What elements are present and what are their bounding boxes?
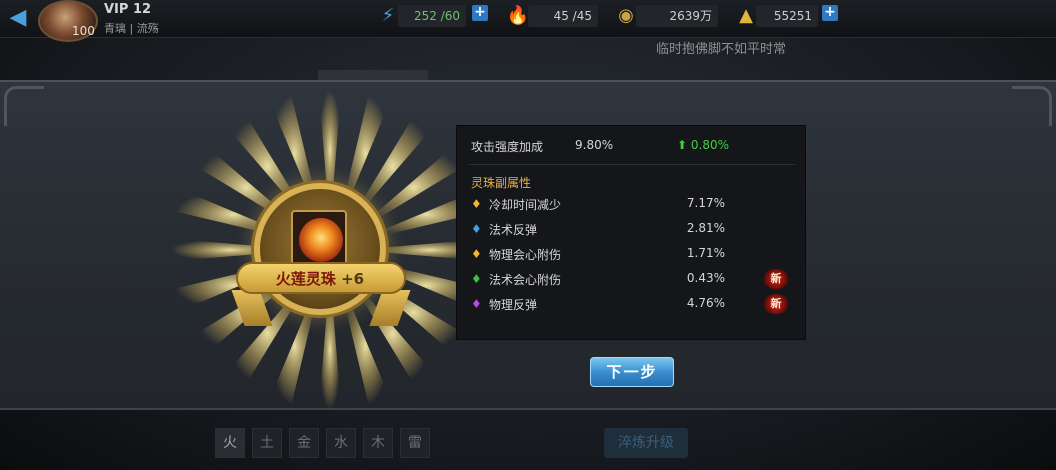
flame-icon: ♦ — [471, 297, 482, 311]
energy-counter: 🔥 45 /45 — [507, 5, 598, 27]
element-tab[interactable]: 雷 — [400, 428, 430, 458]
sub-stat-row: ♦ 物理反弹 4.76% 新 — [471, 294, 791, 314]
main-stat-value: 9.80% — [575, 138, 614, 152]
sub-stat-value: 0.43% — [686, 271, 725, 285]
element-tab[interactable]: 土 — [252, 428, 282, 458]
energy-value: 45 /45 — [553, 9, 592, 23]
element-tab[interactable]: 金 — [289, 428, 319, 458]
sub-stat-label: 物理反弹 — [489, 298, 538, 312]
element-tab[interactable]: 木 — [363, 428, 393, 458]
sub-stat-value: 2.81% — [686, 221, 725, 235]
flame-icon: ♦ — [471, 222, 482, 236]
sub-stat-label: 物理会心附伤 — [489, 248, 562, 262]
ingot-icon: ▲ — [739, 5, 753, 26]
new-badge: 新 — [763, 294, 789, 314]
energy-icon: 🔥 — [506, 5, 530, 26]
back-arrow-icon[interactable]: ◀ — [0, 4, 36, 32]
reward-item-name: 火莲灵珠 +6 — [250, 268, 390, 289]
stamina-value: 252 /60 — [413, 9, 460, 23]
sub-stat-row: ♦ 冷却时间减少 7.17% — [471, 194, 791, 214]
sub-stat-value: 7.17% — [686, 196, 725, 210]
increase-value: 0.80% — [690, 138, 730, 152]
element-tab[interactable]: 水 — [326, 428, 356, 458]
player-name: 青璃 | 流殇 — [104, 22, 159, 35]
sub-stat-label: 法术反弹 — [489, 223, 538, 237]
coin-value: 2639万 — [669, 9, 712, 23]
sub-stats-title: 灵珠副属性 — [471, 176, 532, 190]
notice-text: 临时抱佛脚不如平时常 — [656, 42, 787, 57]
sub-stat-row: ♦ 物理会心附伤 1.71% — [471, 244, 791, 264]
stamina-icon: ⚡ — [381, 5, 395, 26]
sub-stat-value: 1.71% — [686, 246, 725, 260]
sub-stat-label: 冷却时间减少 — [489, 198, 562, 212]
coin-icon: ◉ — [618, 5, 634, 26]
panel-corner — [1012, 86, 1052, 126]
sub-stat-value: 4.76% — [686, 296, 725, 310]
up-arrow-icon: ⬆ — [677, 138, 688, 152]
coin-counter: ◉ 2639万 — [618, 5, 718, 27]
vip-label: VIP 12 — [104, 2, 152, 17]
game-screen: ◀ 100 VIP 12 青璃 | 流殇 ⚡ 252 /60 + 🔥 45 /4… — [0, 0, 1056, 470]
add-ingot-button[interactable]: + — [822, 5, 838, 21]
sub-stat-row: ♦ 法术反弹 2.81% — [471, 219, 791, 239]
stamina-counter: ⚡ 252 /60 — [382, 5, 466, 27]
sub-stat-row: ♦ 法术会心附伤 0.43% 新 — [471, 269, 791, 289]
main-stat-increase: ⬆ 0.80% — [677, 138, 729, 156]
next-step-button[interactable]: 下一步 — [590, 357, 674, 387]
flame-icon: ♦ — [471, 247, 482, 261]
player-level: 100 — [72, 24, 95, 38]
add-stamina-button[interactable]: + — [472, 5, 488, 21]
flame-icon: ♦ — [471, 272, 482, 286]
fire-lotus-gem-icon — [299, 218, 343, 262]
divider — [469, 164, 795, 165]
ingot-value: 55251 — [773, 9, 812, 23]
refine-upgrade-button[interactable]: 淬炼升级 — [604, 428, 688, 458]
ingot-counter: ▲ 55251 — [739, 5, 818, 27]
gem-frame — [291, 210, 347, 266]
top-bar: ◀ 100 VIP 12 青璃 | 流殇 ⚡ 252 /60 + 🔥 45 /4… — [0, 0, 1056, 42]
element-tab[interactable]: 火 — [215, 428, 245, 458]
flame-icon: ♦ — [471, 197, 482, 211]
stats-box: 攻击强度加成 9.80% ⬆ 0.80% 灵珠副属性 ♦ 冷却时间减少 7.17% ♦… — [456, 125, 806, 340]
new-badge: 新 — [763, 269, 789, 289]
panel-corner — [4, 86, 44, 126]
item-name-text: 火莲灵珠 — [275, 270, 336, 288]
main-stat-label: 攻击强度加成 — [471, 140, 544, 154]
sub-stat-label: 法术会心附伤 — [489, 273, 562, 287]
item-plus-level: +6 — [341, 270, 365, 288]
